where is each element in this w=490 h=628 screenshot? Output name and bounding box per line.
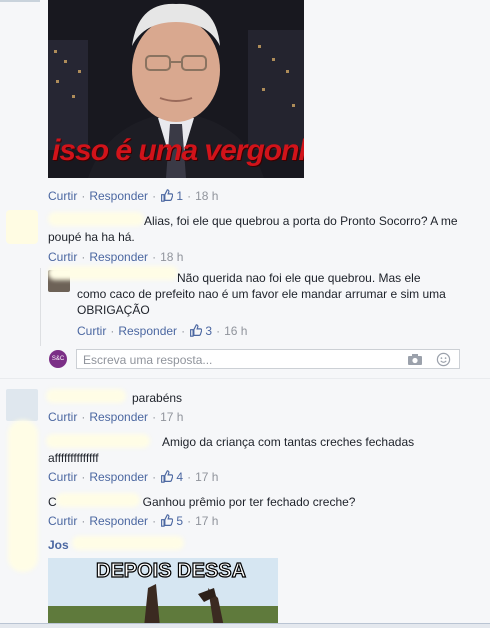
avatar-fragment [0,0,40,2]
post-actions: Curtir · Responder · 1 · 18 h [48,189,219,203]
like-link[interactable]: Curtir [48,470,77,484]
reply-link[interactable]: Responder [89,250,148,264]
like-link[interactable]: Curtir [48,514,77,528]
reply-link[interactable]: Responder [89,470,148,484]
reply-link[interactable]: Responder [89,514,148,528]
thumbs-up-icon [190,324,203,337]
reply-actions: Curtir · Responder · 3 · 16 h [77,324,248,338]
bottom-border [0,623,490,628]
thumbs-up-icon [161,514,174,527]
comment-image[interactable]: DEPOIS DESSA [48,558,278,627]
comment-text: Alias, foi ele que quebrou a porta do Pr… [48,214,458,244]
reply-text: Não querida nao foi ele que quebrou. Mas… [77,271,446,317]
reply-link[interactable]: Responder [89,410,148,424]
emoji-icon[interactable] [436,352,451,370]
reply-link[interactable]: Responder [118,324,177,338]
timestamp[interactable]: 18 h [195,189,218,203]
comment-actions: Curtir · Responder · 17 h [48,410,184,424]
timestamp[interactable]: 17 h [160,410,183,424]
like-link[interactable]: Curtir [48,189,77,203]
image-caption: DEPOIS DESSA [95,559,247,582]
redacted-name [72,536,184,550]
timestamp[interactable]: 17 h [195,470,218,484]
reply-link[interactable]: Responder [89,189,148,203]
like-link[interactable]: Curtir [77,324,106,338]
like-link[interactable]: Curtir [48,250,77,264]
like-link[interactable]: Curtir [48,410,77,424]
timestamp[interactable]: 18 h [160,250,183,264]
camera-icon[interactable] [407,353,423,369]
avatar[interactable] [6,210,38,244]
post-image-meme[interactable]: isso é uma vergonha [48,0,304,178]
comment-text: parabéns [132,391,183,405]
avatar[interactable] [6,389,38,421]
thumbs-up-icon [161,470,174,483]
comment-text: C Ganhou prêmio por ter fechado creche? [48,495,356,509]
reply-placeholder: Escreva uma resposta... [83,353,213,367]
commenter-name[interactable]: Jos [48,537,69,553]
thread-line [40,268,41,346]
reply-avatar: S&C [49,350,67,368]
thumbs-up-icon [161,189,174,202]
comment-actions: Curtir · Responder · 5 · 17 h [48,514,219,528]
comment-actions: Curtir · Responder · 18 h [48,250,184,264]
timestamp[interactable]: 16 h [224,324,247,338]
divider [0,378,490,379]
comment-text: Amigo da criança com tantas creches fech… [48,435,415,465]
comment-actions: Curtir · Responder · 4 · 17 h [48,470,219,484]
timestamp[interactable]: 17 h [195,514,218,528]
reply-input[interactable]: Escreva uma resposta... [76,349,460,369]
meme-caption: isso é uma vergonha [52,134,304,167]
redacted-avatars [8,420,38,572]
